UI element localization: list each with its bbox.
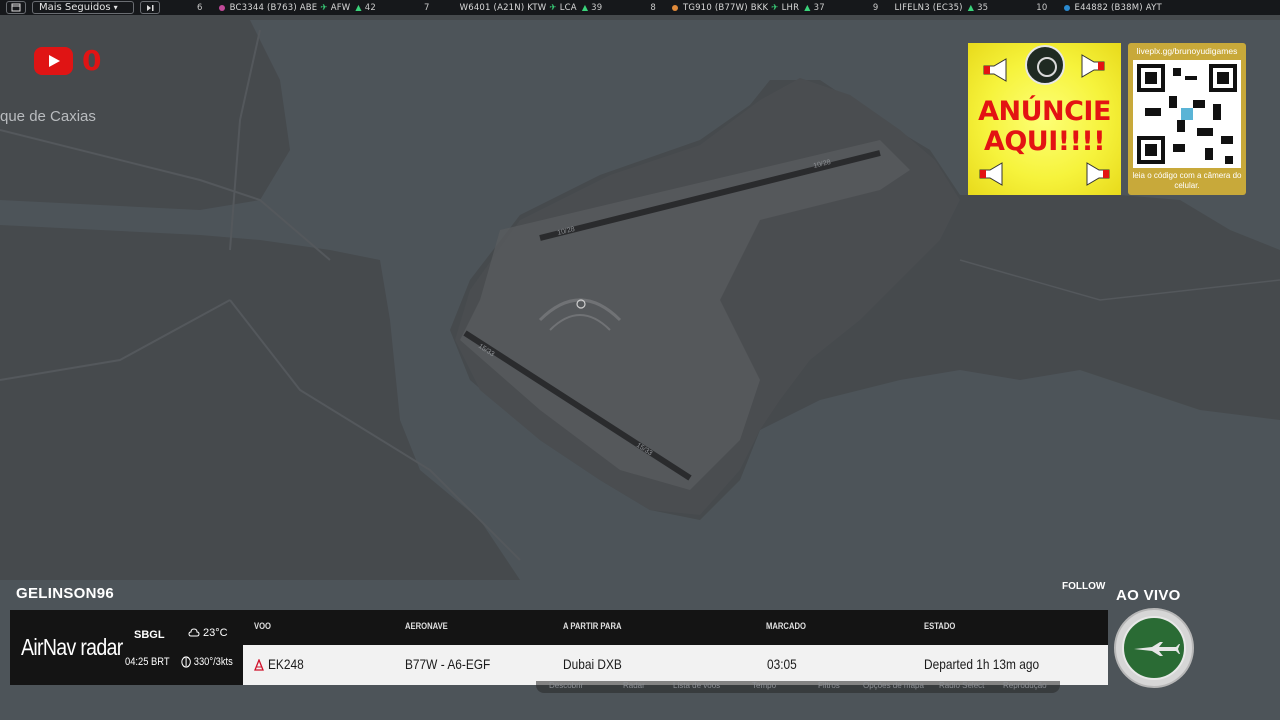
scheduled-time: 03:05 [767,656,797,672]
channel-name: GELINSON96 [16,585,115,602]
column-header-aircraft: AERONAVE [405,621,448,631]
ticker-destination: LHR [781,2,800,13]
wind-value: 330°/3kts [193,656,233,668]
ticker-item[interactable]: 9 LIFELN3 (EC35) ▲ 35 [873,3,988,13]
trend-up-icon: ▲ [804,3,811,12]
ticker-flight: LIFELN3 (EC35) [894,2,963,13]
ticker-rank: 9 [872,2,879,13]
ticker-item[interactable]: 10 E44882 (B38M) AYT [1036,3,1162,13]
filter-dropdown[interactable]: Mais Seguidos ▾ [32,1,134,14]
megaphone-icon [979,162,1003,186]
emirates-logo-icon [254,659,264,671]
ad-banner[interactable]: ANÚNCIE AQUI!!!! [968,43,1121,195]
wind-readout: 330°/3kts [181,656,233,668]
youtube-icon [34,46,73,75]
menu-filters[interactable]: Filtros [818,681,840,690]
trend-up-icon: ▲ [581,3,589,12]
ticker-item[interactable]: 7 W6401 (A21N) KTW ✈ LCA ▲ 39 [424,3,602,13]
megaphone-icon [1081,54,1105,78]
flight-status: Departed 1h 13m ago [924,656,1040,672]
youtube-counter: 0 [34,44,101,77]
local-time: 04:25 BRT [125,656,170,668]
menu-radar[interactable]: Radar [623,681,645,690]
airline-logo-icon [218,4,225,11]
ticker-item[interactable]: 8 TG910 (B77W) BKK ✈ LHR ▲ 37 [650,3,824,13]
plane-icon: ✈ [549,2,557,13]
wind-compass-icon [181,656,191,668]
destination: Dubai DXB [563,656,622,672]
ticker-destination: LCA [559,2,577,13]
column-header-status: ESTADO [924,621,956,631]
airline-logo-icon [672,4,678,11]
menu-discover[interactable]: Descobrir [549,681,583,690]
plane-icon [1134,642,1180,656]
qr-code-icon [1133,60,1241,168]
skip-next-icon[interactable] [140,1,160,14]
follow-label[interactable]: FOLLOW [1062,581,1105,592]
ticker-flight: W6401 (A21N) KTW [459,2,547,13]
ticker-count: 37 [813,2,825,13]
trend-up-icon: ▲ [355,3,362,12]
megaphone-icon [983,58,1007,82]
flight-number: EK248 [268,656,304,672]
ticker-rank: 8 [650,2,656,13]
megaphone-icon [1086,162,1110,186]
weather-readout: 23°C [188,627,228,639]
airnav-brand: AirNav [21,634,76,660]
channel-emblem-icon [1025,45,1065,85]
airline-logo-icon [1063,4,1070,11]
ticker-flight: TG910 (B77W) BKK [683,2,769,13]
aircraft-registration: B77W - A6-EGF [405,656,491,672]
cloud-icon [188,628,200,637]
live-label: AO VIVO [1116,587,1181,604]
menu-radio-select[interactable]: Radio Select [939,681,984,690]
ticker-rank: 6 [197,2,203,13]
plane-icon: ✈ [320,2,328,13]
airport-code: SBGL [134,629,165,641]
column-header-scheduled: MARCADO [766,621,806,631]
flight-ticker-bar: Mais Seguidos ▾ 6 BC3344 (B763) ABE ✈ AF… [0,0,1280,15]
qr-code-panel[interactable]: liveplx.gg/brunoyudigames leia o código … [1128,43,1246,195]
screen: 10/28 10/28 15/33 15/33 que de Caxias Ma… [0,0,1280,720]
ticker-item[interactable]: 6 BC3344 (B763) ABE ✈ AFW ▲ 42 [197,3,376,13]
trend-up-icon: ▲ [967,3,975,12]
ticker-count: 35 [977,2,989,13]
menu-weather[interactable]: Tempo [752,681,776,690]
menu-playback[interactable]: Reprodução [1003,681,1047,690]
ticker-count: 39 [591,2,603,13]
youtube-count: 0 [82,44,102,77]
temperature: 23°C [203,627,228,639]
ticker-destination: AFW [330,2,351,13]
qr-caption: leia o código com a câmera do celular. [1132,171,1242,190]
ticker-count: 42 [364,2,376,13]
window-icon[interactable] [6,1,26,14]
ticker-rank: 10 [1036,2,1048,13]
map-place-label: que de Caxias [0,108,96,125]
channel-badge-icon [1114,608,1194,688]
qr-url: liveplx.gg/brunoyudigames [1136,46,1238,56]
plane-icon: ✈ [771,2,779,13]
airnav-logo: AirNav radar [21,634,123,661]
menu-flight-list[interactable]: Lista de voos [673,681,720,690]
chevron-down-icon: ▾ [113,3,118,12]
column-header-flight: VOO [254,621,272,631]
airnav-brand-suffix: radar [75,634,123,660]
ticker-flight: E44882 (B38M) AYT [1074,2,1162,13]
badge-inner [1122,616,1186,680]
ad-text: ANÚNCIE AQUI!!!! [978,96,1111,157]
filter-dropdown-label: Mais Seguidos [39,2,111,13]
ticker-flight: BC3344 (B763) ABE [229,2,318,13]
menu-map-options[interactable]: Opções de mapa [863,681,924,690]
ticker-rank: 7 [424,2,430,13]
column-header-destination: A PARTIR PARA [563,621,622,631]
